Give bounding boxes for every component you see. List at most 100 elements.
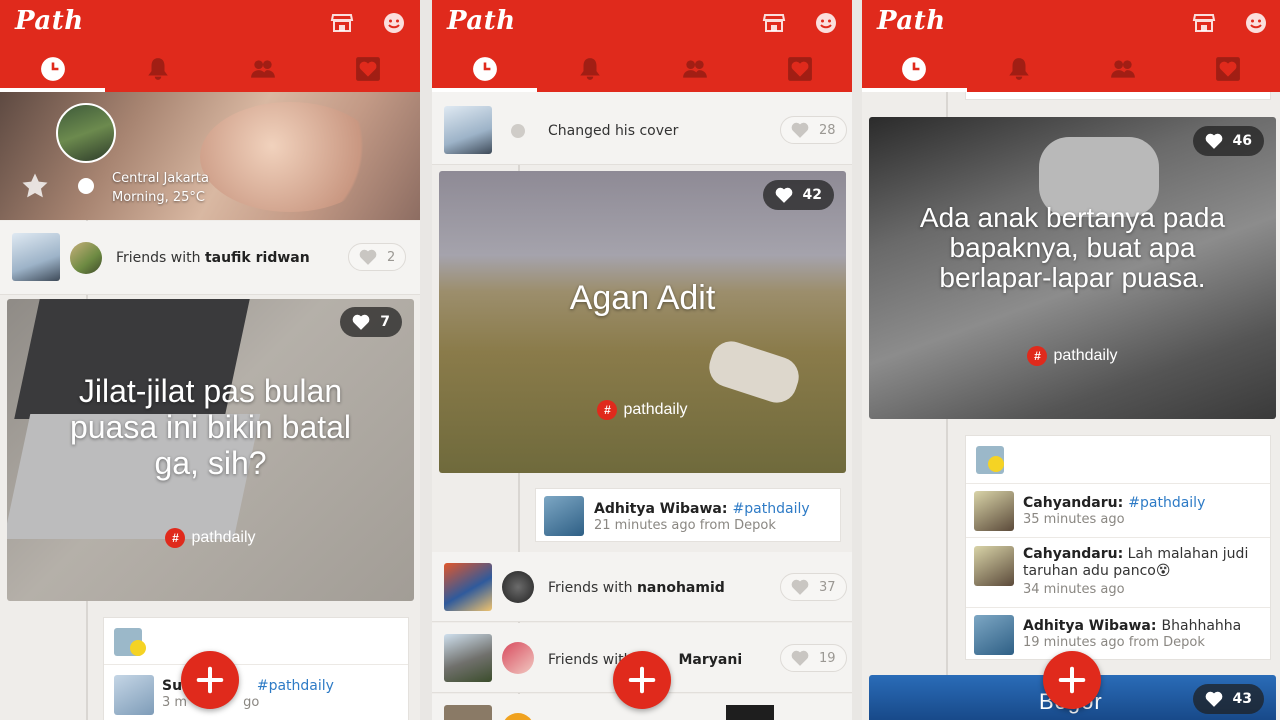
hashtag-line[interactable]: # pathdaily (7, 528, 414, 548)
friend-avatar[interactable] (70, 242, 102, 274)
app-root: Central Jakarta Morning, 25°C Friends wi… (0, 0, 1280, 720)
moment-card[interactable]: 7 Jilat-jilat pas bulan puasa ini bikin … (7, 299, 414, 601)
hashtag-label: pathdaily (1053, 347, 1118, 364)
tab-loves[interactable] (1176, 46, 1280, 92)
user-avatar[interactable] (444, 634, 492, 682)
comment-meta: 34 minutes ago (1023, 582, 1125, 597)
comment-hashtag[interactable]: #pathdaily (257, 678, 334, 694)
friends-text: Friends with nanohamid (548, 580, 725, 596)
friends-icon (682, 60, 707, 78)
smiley-icon[interactable] (1244, 11, 1268, 35)
comment-item[interactable]: Adhitya Wibawa: Bhahhahha 19 minutes ago… (966, 607, 1270, 661)
commenter-avatar[interactable] (114, 675, 154, 715)
friends-text: Friends with taufik ridwan (116, 250, 310, 266)
friend-avatar[interactable] (502, 571, 534, 603)
shop-icon[interactable] (762, 11, 786, 35)
smiley-icon[interactable] (382, 11, 406, 35)
compose-button[interactable] (181, 651, 239, 709)
tab-bar (432, 46, 852, 92)
moment-caption: Agan Adit (569, 279, 716, 317)
commenter-name: Adhitya Wibawa: (1023, 618, 1157, 634)
tab-home[interactable] (432, 46, 537, 92)
love-count: 2 (387, 249, 396, 265)
tab-friends[interactable] (210, 46, 315, 92)
commenter-avatar[interactable] (974, 546, 1014, 586)
friend-name: Maryani (678, 652, 743, 668)
compose-button[interactable] (613, 651, 671, 709)
smiley-icon[interactable] (814, 11, 838, 35)
tab-activity[interactable] (537, 46, 642, 92)
comment-item[interactable]: Cahyandaru: Lah malahan judi taruhan adu… (966, 537, 1270, 607)
phone-screen-2: Changed his cover 28 42 Agan Adit # path… (432, 0, 852, 720)
moment-caption: Ada anak bertanya pada bapaknya, buat ap… (919, 202, 1226, 293)
app-logo: Path (15, 6, 84, 36)
love-badge[interactable]: 46 (1192, 126, 1264, 156)
love-badge[interactable]: 7 (340, 307, 402, 337)
user-avatar[interactable] (444, 563, 492, 611)
love-badge[interactable]: 43 (1192, 684, 1264, 714)
clock-icon (902, 57, 927, 81)
tab-loves[interactable] (747, 46, 852, 92)
clock-icon (472, 57, 497, 81)
commenter-avatar[interactable] (974, 615, 1014, 655)
friends-row[interactable]: Friends with nanohamid 37 (432, 552, 852, 622)
comment-item[interactable]: Cahyandaru: #pathdaily 35 minutes ago (966, 483, 1270, 537)
tab-friends[interactable] (1071, 46, 1176, 92)
comment-item[interactable]: Sul #pathdaily 3 m go (104, 664, 408, 720)
tab-activity[interactable] (105, 46, 210, 92)
friends-row[interactable]: Friends with taufik ridwan 2 (0, 221, 420, 295)
tab-loves[interactable] (315, 46, 420, 92)
app-logo: Path (447, 6, 516, 36)
commenter-name: Cahyandaru: (1023, 495, 1124, 511)
bell-icon (1009, 58, 1029, 80)
comment-hashtag[interactable]: #pathdaily (1128, 495, 1205, 511)
comment-meta: 19 minutes ago from Depok (1023, 635, 1205, 650)
friend-avatar[interactable] (502, 713, 534, 720)
commenter-avatar[interactable] (974, 491, 1014, 531)
compose-button[interactable] (1043, 651, 1101, 709)
love-button[interactable]: 37 (780, 573, 847, 601)
shop-icon[interactable] (1192, 11, 1216, 35)
bell-icon (579, 58, 600, 80)
tab-friends[interactable] (642, 46, 747, 92)
love-count: 42 (802, 187, 822, 203)
user-avatar[interactable] (444, 705, 492, 720)
comment-hashtag[interactable]: #pathdaily (733, 501, 810, 517)
friends-icon (1111, 60, 1136, 78)
profile-avatar[interactable] (56, 103, 116, 163)
tab-activity[interactable] (967, 46, 1072, 92)
comment-text: Bhahhahha (1161, 618, 1242, 634)
friend-name: nanohamid (636, 580, 725, 596)
commenter-avatar[interactable] (544, 496, 584, 536)
love-button[interactable]: 19 (780, 644, 847, 672)
love-badge[interactable]: 42 (762, 180, 834, 210)
star-icon[interactable] (20, 171, 50, 201)
phone-screen-3: 46 Ada anak bertanya pada bapaknya, buat… (862, 0, 1280, 720)
tab-home[interactable] (0, 46, 105, 92)
moment-card[interactable]: 46 Ada anak bertanya pada bapaknya, buat… (869, 117, 1276, 419)
shop-icon[interactable] (330, 11, 354, 35)
activity-text: Changed his cover (548, 123, 679, 139)
person-lying-shape (704, 336, 804, 408)
comment-box[interactable]: Adhitya Wibawa: #pathdaily 21 minutes ag… (535, 488, 841, 542)
tab-home[interactable] (862, 46, 967, 92)
hashtag-line[interactable]: # pathdaily (869, 346, 1276, 366)
love-count: 7 (380, 314, 390, 330)
commenter-name: Adhitya Wibawa: (594, 501, 728, 517)
comment-box: Sul #pathdaily 3 m go (103, 617, 409, 720)
user-avatar[interactable] (444, 106, 492, 154)
cover-change-row[interactable]: Changed his cover 28 (432, 92, 852, 165)
hashtag-line[interactable]: # pathdaily (439, 400, 846, 420)
app-logo: Path (877, 6, 946, 36)
love-button[interactable]: 28 (780, 116, 847, 144)
moment-caption: Jilat-jilat pas bulan puasa ini bikin ba… (69, 373, 352, 481)
friend-avatar[interactable] (502, 642, 534, 674)
bell-icon (147, 58, 168, 80)
user-avatar[interactable] (12, 233, 60, 281)
post-thumbnail[interactable] (726, 705, 774, 720)
hashtag-icon: # (597, 400, 618, 420)
love-button[interactable]: 2 (348, 243, 407, 271)
cover-photo[interactable]: Central Jakarta Morning, 25°C (0, 92, 420, 220)
love-count: 37 (819, 579, 836, 595)
moment-card[interactable]: 42 Agan Adit # pathdaily (439, 171, 846, 473)
